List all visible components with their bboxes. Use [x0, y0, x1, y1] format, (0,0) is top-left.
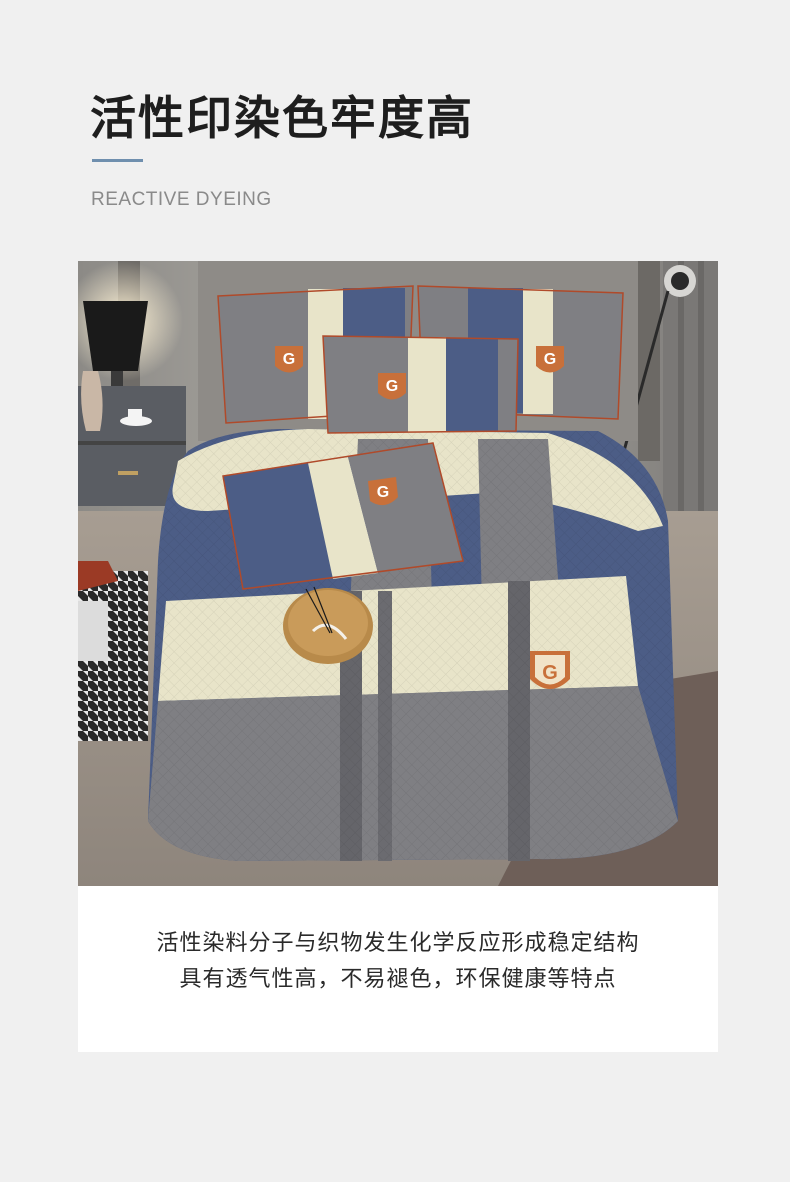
emblem-middle: G	[378, 373, 406, 400]
title-underline	[92, 159, 143, 162]
emblem-front-pillow: G	[368, 477, 398, 506]
svg-text:G: G	[283, 351, 295, 368]
svg-text:G: G	[542, 662, 558, 684]
caption-line-1: 活性染料分子与织物发生化学反应形成稳定结构	[156, 931, 640, 956]
page-title: 活性印染色牢度高	[90, 91, 474, 145]
caption-line-2: 具有透气性高，不易褪色，环保健康等特点	[179, 967, 617, 992]
svg-text:G: G	[386, 378, 398, 395]
svg-text:G: G	[544, 351, 556, 368]
svg-text:G: G	[377, 484, 389, 501]
product-photo: G G G G G	[78, 261, 718, 886]
emblem-back-left: G	[275, 346, 303, 373]
page-subtitle: REACTIVE DYEING	[91, 189, 272, 210]
emblem-duvet: G	[530, 651, 570, 689]
emblem-back-right: G	[536, 346, 564, 373]
caption-box: 活性染料分子与织物发生化学反应形成稳定结构 具有透气性高，不易褪色，环保健康等特…	[78, 886, 718, 1052]
